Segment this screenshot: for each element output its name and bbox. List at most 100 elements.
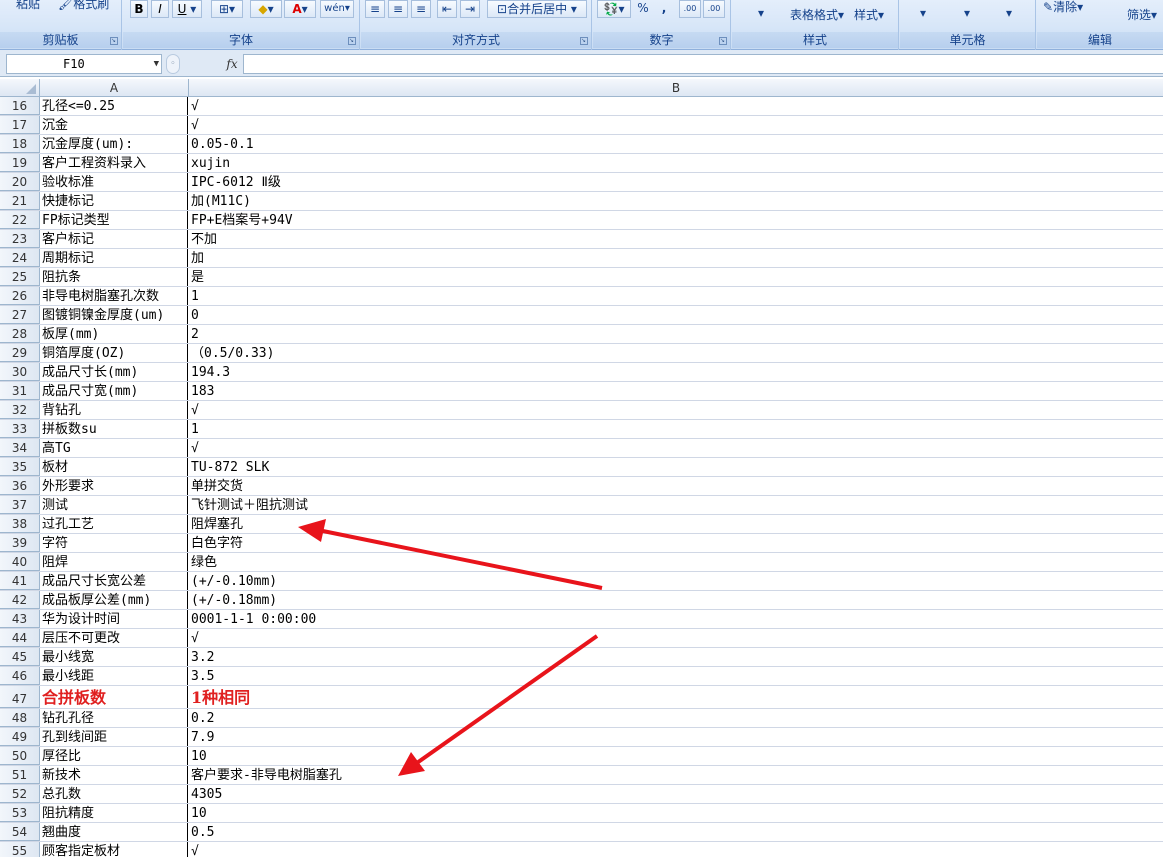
row-header[interactable]: 26: [0, 287, 40, 305]
cell-b[interactable]: √: [189, 439, 1163, 457]
cell-b[interactable]: 7.9: [189, 728, 1163, 746]
cell-b[interactable]: 4305: [189, 785, 1163, 803]
cell-b[interactable]: 10: [189, 747, 1163, 765]
cell-a[interactable]: 非导电树脂塞孔次数: [40, 287, 188, 305]
table-format-button[interactable]: 表格格式▾: [790, 6, 844, 23]
alignment-launcher-icon[interactable]: ↘: [580, 37, 588, 45]
row-header[interactable]: 47: [0, 686, 40, 708]
font-color-button[interactable]: A▾: [284, 0, 316, 18]
cell-b[interactable]: 阻焊塞孔: [189, 515, 1163, 533]
row-header[interactable]: 24: [0, 249, 40, 267]
cell-a[interactable]: 厚径比: [40, 747, 188, 765]
cell-a[interactable]: 背钻孔: [40, 401, 188, 419]
cell-a[interactable]: 孔径<=0.25: [40, 97, 188, 115]
row-header[interactable]: 35: [0, 458, 40, 476]
insert-function-button[interactable]: fx: [222, 55, 242, 73]
row-header[interactable]: 49: [0, 728, 40, 746]
cell-a[interactable]: 板厚(mm): [40, 325, 188, 343]
italic-button[interactable]: I: [151, 0, 169, 18]
chevron-down-icon[interactable]: ▼: [154, 55, 159, 73]
cell-b[interactable]: 加: [189, 249, 1163, 267]
row-header[interactable]: 39: [0, 534, 40, 552]
cell-a[interactable]: 高TG: [40, 439, 188, 457]
cell-b[interactable]: 0.05-0.1: [189, 135, 1163, 153]
row-header[interactable]: 38: [0, 515, 40, 533]
row-header[interactable]: 37: [0, 496, 40, 514]
cell-b[interactable]: 1: [189, 420, 1163, 438]
cell-a[interactable]: 阻抗精度: [40, 804, 188, 822]
row-header[interactable]: 21: [0, 192, 40, 210]
splitter-handle-icon[interactable]: ◦: [166, 54, 180, 74]
cell-a[interactable]: 新技术: [40, 766, 188, 784]
font-launcher-icon[interactable]: ↘: [348, 37, 356, 45]
cell-a[interactable]: FP标记类型: [40, 211, 188, 229]
cell-a[interactable]: 阻抗条: [40, 268, 188, 286]
cell-a[interactable]: 铜箔厚度(OZ): [40, 344, 188, 362]
cell-b[interactable]: 0.2: [189, 709, 1163, 727]
row-header[interactable]: 55: [0, 842, 40, 857]
align-left-button[interactable]: ≡: [365, 0, 385, 18]
fill-color-button[interactable]: ◆▾: [250, 0, 282, 18]
cell-b[interactable]: 0.5: [189, 823, 1163, 841]
row-header[interactable]: 31: [0, 382, 40, 400]
row-header[interactable]: 50: [0, 747, 40, 765]
cell-b[interactable]: 是: [189, 268, 1163, 286]
cell-a[interactable]: 华为设计时间: [40, 610, 188, 628]
row-header[interactable]: 28: [0, 325, 40, 343]
row-header[interactable]: 41: [0, 572, 40, 590]
format-arrow-icon[interactable]: ▾: [1006, 6, 1012, 20]
row-header[interactable]: 16: [0, 97, 40, 115]
decrease-indent-button[interactable]: ⇤: [437, 0, 457, 18]
name-box[interactable]: F10 ▼: [6, 54, 162, 74]
cell-b[interactable]: （0.5/0.33): [189, 344, 1163, 362]
cell-a[interactable]: 钻孔孔径: [40, 709, 188, 727]
cell-a[interactable]: 顾客指定板材: [40, 842, 188, 857]
clipboard-launcher-icon[interactable]: ↘: [110, 37, 118, 45]
cell-a[interactable]: 最小线距: [40, 667, 188, 685]
cell-b[interactable]: 194.3: [189, 363, 1163, 381]
number-launcher-icon[interactable]: ↘: [719, 37, 727, 45]
merge-center-button[interactable]: ⊡合并后居中 ▾: [487, 0, 587, 18]
percent-button[interactable]: %: [635, 0, 651, 18]
cell-a[interactable]: 合拼板数: [40, 686, 188, 708]
cell-b[interactable]: 0: [189, 306, 1163, 324]
row-header[interactable]: 42: [0, 591, 40, 609]
cell-a[interactable]: 最小线宽: [40, 648, 188, 666]
paste-button[interactable]: 粘贴: [14, 0, 42, 14]
cell-b[interactable]: 2: [189, 325, 1163, 343]
cell-a[interactable]: 测试: [40, 496, 188, 514]
row-header[interactable]: 33: [0, 420, 40, 438]
filter-button[interactable]: 筛选▾: [1127, 6, 1157, 23]
cell-a[interactable]: 图镀铜镍金厚度(um): [40, 306, 188, 324]
cell-b[interactable]: 加(M11C): [189, 192, 1163, 210]
row-header[interactable]: 19: [0, 154, 40, 172]
cell-a[interactable]: 翘曲度: [40, 823, 188, 841]
row-header[interactable]: 53: [0, 804, 40, 822]
row-header[interactable]: 17: [0, 116, 40, 134]
row-header[interactable]: 18: [0, 135, 40, 153]
cell-b[interactable]: (+/-0.18mm): [189, 591, 1163, 609]
cell-b[interactable]: 183: [189, 382, 1163, 400]
cell-a[interactable]: 沉金: [40, 116, 188, 134]
clear-button[interactable]: ✎清除▾: [1043, 0, 1083, 15]
cell-b[interactable]: √: [189, 116, 1163, 134]
cell-b[interactable]: 单拼交货: [189, 477, 1163, 495]
row-header[interactable]: 20: [0, 173, 40, 191]
cell-a[interactable]: 外形要求: [40, 477, 188, 495]
cell-b[interactable]: IPC-6012 Ⅱ级: [189, 173, 1163, 191]
cell-a[interactable]: 层压不可更改: [40, 629, 188, 647]
cell-a[interactable]: 沉金厚度(um):: [40, 135, 188, 153]
row-header[interactable]: 40: [0, 553, 40, 571]
cell-a[interactable]: 成品板厚公差(mm): [40, 591, 188, 609]
cell-a[interactable]: 孔到线间距: [40, 728, 188, 746]
row-header[interactable]: 46: [0, 667, 40, 685]
align-right-button[interactable]: ≡: [411, 0, 431, 18]
cell-a[interactable]: 成品尺寸长(mm): [40, 363, 188, 381]
border-button[interactable]: ⊞▾: [211, 0, 243, 18]
cell-b[interactable]: 不加: [189, 230, 1163, 248]
row-header[interactable]: 52: [0, 785, 40, 803]
column-header-a[interactable]: A: [40, 79, 189, 97]
cell-a[interactable]: 阻焊: [40, 553, 188, 571]
cell-b[interactable]: 白色字符: [189, 534, 1163, 552]
cell-b[interactable]: 0001-1-1 0:00:00: [189, 610, 1163, 628]
